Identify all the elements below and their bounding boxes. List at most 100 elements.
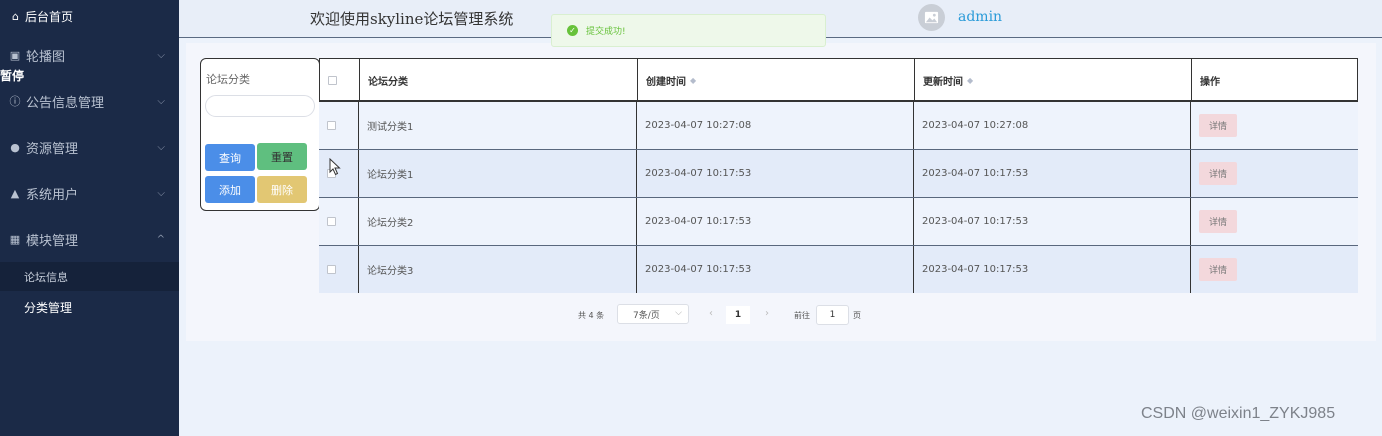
updated-time-cell: 2023-04-07 10:17:53	[913, 198, 1191, 245]
row-select-cell	[319, 198, 359, 245]
pause-label: 暂停	[0, 69, 25, 83]
column-header-created[interactable]: 创建时间 ◆	[637, 59, 915, 101]
user-icon: ▲	[10, 186, 20, 200]
info-circle-icon: ⓘ	[9, 95, 21, 108]
category-cell: 论坛分类3	[358, 246, 637, 293]
sort-icon[interactable]: ◆	[690, 76, 696, 85]
actions-cell: 详情	[1190, 102, 1358, 149]
row-checkbox[interactable]	[327, 121, 336, 130]
category-cell: 论坛分类2	[358, 198, 637, 245]
row-checkbox[interactable]	[327, 265, 336, 274]
goto-label: 前往	[794, 311, 810, 320]
sidebar-item-label: 资源管理	[26, 141, 79, 157]
sidebar-item-resources[interactable]: ● 资源管理 ⌵	[0, 124, 179, 170]
detail-button[interactable]: 详情	[1199, 210, 1238, 233]
page-size-select[interactable]: 7条/页 ⌵	[617, 304, 689, 324]
submenu-item-forum-info[interactable]: 论坛信息	[0, 262, 179, 291]
prev-page-button[interactable]: ‹	[702, 306, 720, 324]
detail-button[interactable]: 详情	[1199, 258, 1238, 281]
sidebar-item-label: 轮播图	[26, 49, 66, 65]
toast-message: 提交成功!	[586, 27, 626, 37]
query-button[interactable]: 查询	[205, 144, 255, 171]
actions-cell: 详情	[1190, 246, 1358, 293]
watermark: CSDN @weixin1_ZYKJ985	[1141, 405, 1336, 422]
chevron-down-icon: ⌵	[157, 187, 165, 199]
chevron-down-icon: ⌵	[157, 49, 165, 61]
chevron-down-icon: ⌵	[157, 95, 165, 107]
image-icon	[924, 11, 939, 24]
goto-page-input[interactable]: 1	[816, 305, 849, 325]
bulb-icon: ●	[10, 140, 20, 154]
success-toast: ✓ 提交成功!	[551, 14, 826, 47]
row-select-cell	[319, 102, 359, 149]
table-header: 论坛分类 创建时间 ◆ 更新时间 ◆ 操作	[319, 58, 1358, 102]
column-header-label: 操作	[1200, 76, 1220, 88]
reset-button[interactable]: 重置	[257, 143, 307, 170]
detail-button[interactable]: 详情	[1199, 162, 1238, 185]
column-header-label: 创建时间	[646, 76, 686, 88]
main-content: 论坛分类 查询 重置 添加 删除 论坛分类 创建时间 ◆ 更新时间 ◆ 操作 测…	[186, 43, 1376, 341]
chevron-up-icon: ^	[156, 233, 165, 245]
category-cell: 论坛分类1	[358, 150, 637, 197]
table-row: 测试分类1 2023-04-07 10:27:08 2023-04-07 10:…	[319, 102, 1358, 150]
row-select-cell	[319, 246, 359, 293]
username[interactable]: admin	[958, 9, 1002, 25]
next-page-button[interactable]: ›	[758, 306, 776, 324]
avatar[interactable]	[918, 4, 945, 31]
image-icon: ▣	[9, 48, 21, 62]
table-row: 论坛分类1 2023-04-07 10:17:53 2023-04-07 10:…	[319, 150, 1358, 198]
sidebar-item-system-users[interactable]: ▲ 系统用户 ⌵	[0, 170, 179, 216]
column-header-label: 更新时间	[923, 76, 963, 88]
search-label: 论坛分类	[206, 73, 250, 86]
search-panel: 论坛分类 查询 重置 添加 删除	[200, 58, 320, 211]
submenu-item-label: 分类管理	[24, 300, 73, 315]
sidebar-item-label: 模块管理	[26, 233, 79, 249]
table-row: 论坛分类3 2023-04-07 10:17:53 2023-04-07 10:…	[319, 246, 1358, 293]
sidebar-item-modules[interactable]: ▦ 模块管理 ^	[0, 216, 179, 262]
actions-cell: 详情	[1190, 150, 1358, 197]
category-cell: 测试分类1	[358, 102, 637, 149]
pagination-total: 共 4 条	[578, 311, 605, 320]
column-header-actions: 操作	[1191, 59, 1358, 101]
table-row: 论坛分类2 2023-04-07 10:17:53 2023-04-07 10:…	[319, 198, 1358, 246]
check-circle-icon: ✓	[567, 25, 578, 36]
created-time-cell: 2023-04-07 10:17:53	[636, 198, 914, 245]
updated-time-cell: 2023-04-07 10:17:53	[913, 150, 1191, 197]
actions-cell: 详情	[1190, 198, 1358, 245]
category-table: 论坛分类 创建时间 ◆ 更新时间 ◆ 操作 测试分类1 2023-04-07 1…	[319, 58, 1358, 293]
select-all-cell	[320, 59, 360, 101]
page-number-current[interactable]: 1	[726, 306, 750, 324]
add-button[interactable]: 添加	[205, 176, 255, 203]
column-header-updated[interactable]: 更新时间 ◆	[914, 59, 1192, 101]
sidebar-item-carousel[interactable]: ▣ 轮播图 ⌵	[0, 32, 179, 78]
category-search-input[interactable]	[205, 95, 315, 117]
sort-icon[interactable]: ◆	[967, 76, 973, 85]
column-header-category: 论坛分类	[359, 59, 638, 101]
sidebar-item-label: 公告信息管理	[26, 95, 105, 111]
delete-button[interactable]: 删除	[257, 176, 307, 203]
chevron-down-icon: ⌵	[675, 308, 682, 318]
sidebar-home-link[interactable]: ⌂ 后台首页	[0, 0, 179, 32]
created-time-cell: 2023-04-07 10:17:53	[636, 150, 914, 197]
pagination: 共 4 条 7条/页 ⌵ ‹ 1 › 前往 1 页	[186, 304, 1376, 326]
page-size-value: 7条/页	[633, 310, 660, 321]
sidebar-item-label: 系统用户	[26, 187, 79, 203]
column-header-label: 论坛分类	[368, 76, 408, 88]
select-all-checkbox[interactable]	[328, 75, 337, 85]
sidebar-home-label: 后台首页	[24, 9, 73, 24]
sidebar-item-announcements[interactable]: ⓘ 公告信息管理 ⌵	[0, 78, 179, 124]
home-icon: ⌂	[12, 9, 19, 23]
row-checkbox[interactable]	[327, 217, 336, 226]
detail-button[interactable]: 详情	[1199, 114, 1238, 137]
grid-icon: ▦	[9, 232, 21, 246]
page-suffix-label: 页	[853, 311, 861, 320]
chevron-down-icon: ⌵	[157, 141, 165, 153]
updated-time-cell: 2023-04-07 10:17:53	[913, 246, 1191, 293]
created-time-cell: 2023-04-07 10:27:08	[636, 102, 914, 149]
page-title: 欢迎使用skyline论坛管理系统	[310, 10, 514, 28]
submenu-item-category-management[interactable]: 分类管理	[0, 291, 179, 323]
sidebar: ⌂ 后台首页 ▣ 轮播图 ⌵ ⓘ 公告信息管理 ⌵ ● 资源管理 ⌵ ▲ 系统用…	[0, 0, 179, 436]
submenu-item-label: 论坛信息	[24, 270, 68, 284]
updated-time-cell: 2023-04-07 10:27:08	[913, 102, 1191, 149]
mouse-cursor-icon	[329, 158, 341, 176]
